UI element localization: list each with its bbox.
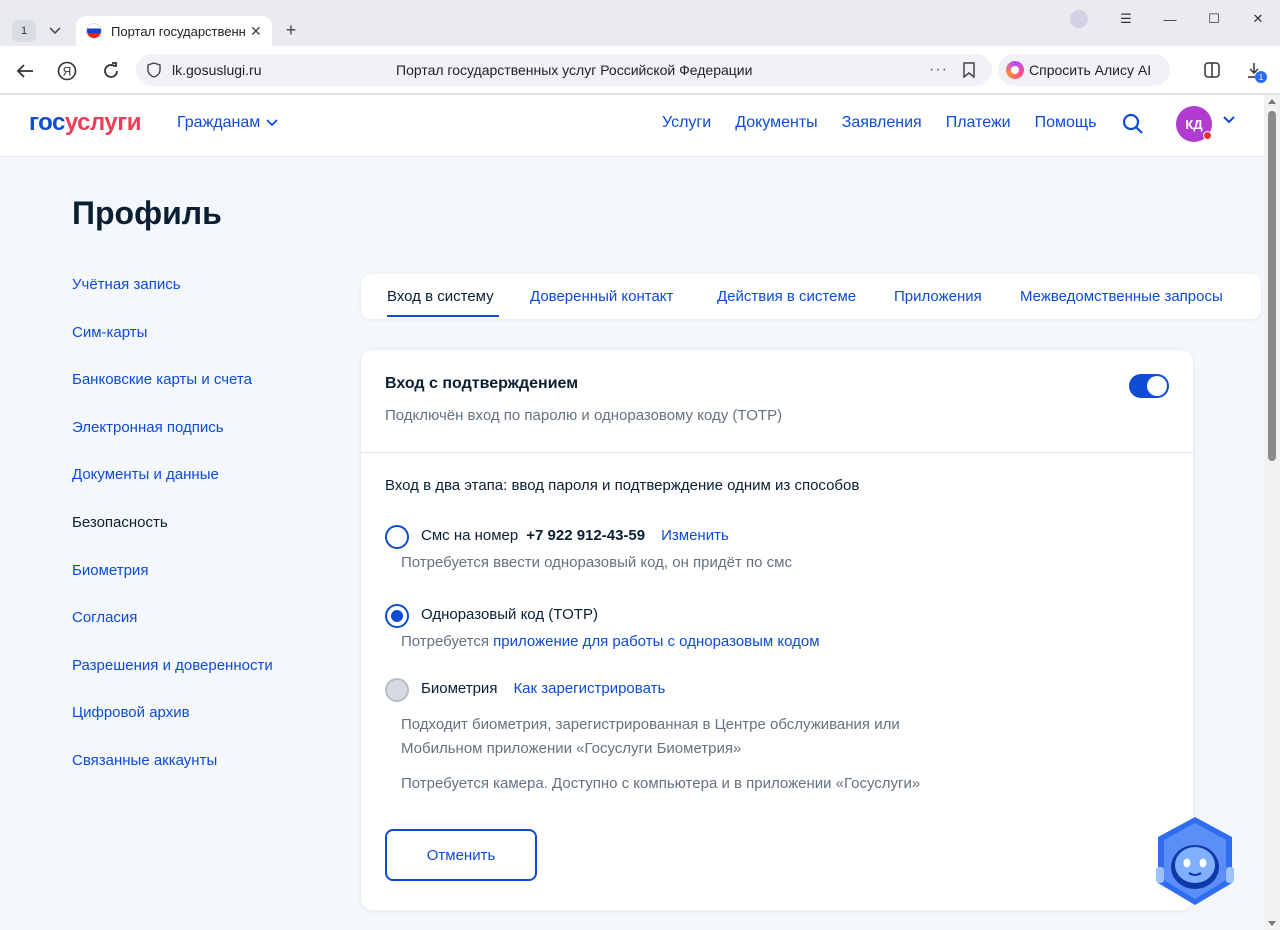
sidebar-item-bank-cards[interactable]: Банковские карты и счета bbox=[72, 370, 273, 418]
biometry-camera-hint: Потребуется камера. Доступно с компьютер… bbox=[401, 775, 921, 792]
tab-login[interactable]: Вход в систему bbox=[387, 288, 494, 305]
biometry-label: Биометрия Как зарегистрировать bbox=[421, 680, 665, 697]
site-header: госуслуги Гражданам Услуги Документы Зая… bbox=[0, 95, 1264, 157]
downloads-icon[interactable]: 1 bbox=[1243, 59, 1267, 83]
scroll-down-arrow-icon[interactable] bbox=[1268, 921, 1276, 926]
sidebar-item-consents[interactable]: Согласия bbox=[72, 608, 273, 656]
avatar-initials: КД bbox=[1185, 116, 1203, 132]
close-tab-icon[interactable]: ✕ bbox=[250, 23, 264, 40]
page-title: Профиль bbox=[72, 195, 222, 231]
assistant-robot-icon[interactable] bbox=[1152, 815, 1238, 907]
more-dots-icon[interactable]: ··· bbox=[929, 61, 948, 79]
url-page-title: Портал государственных услуг Российской … bbox=[396, 62, 753, 78]
biometry-label-text: Биометрия bbox=[421, 680, 498, 697]
bookmark-icon[interactable] bbox=[962, 62, 976, 78]
page-scrollbar[interactable] bbox=[1264, 95, 1280, 930]
address-bar[interactable]: lk.gosuslugi.ru Портал государственных у… bbox=[136, 54, 992, 86]
biometry-radio[interactable] bbox=[385, 678, 409, 702]
downloads-badge: 1 bbox=[1255, 71, 1267, 83]
scroll-up-arrow-icon[interactable] bbox=[1268, 99, 1276, 104]
chevron-down-icon bbox=[266, 119, 278, 127]
tab-counter[interactable]: 1 bbox=[12, 20, 36, 42]
cancel-button[interactable]: Отменить bbox=[385, 829, 537, 881]
totp-hint: Потребуется приложение для работы с одно… bbox=[401, 630, 820, 654]
sidebar-item-documents[interactable]: Документы и данные bbox=[72, 465, 273, 513]
sms-radio[interactable] bbox=[385, 525, 409, 549]
page: госуслуги Гражданам Услуги Документы Зая… bbox=[0, 95, 1264, 930]
tab-applications[interactable]: Приложения bbox=[894, 288, 982, 305]
new-tab-plus-icon[interactable]: + bbox=[280, 19, 302, 41]
sms-hint: Потребуется ввести одноразовый код, он п… bbox=[401, 554, 792, 571]
sidebar-item-security[interactable]: Безопасность bbox=[72, 513, 273, 561]
nav-services[interactable]: Услуги bbox=[662, 114, 711, 132]
biometry-hint-line1: Подходит биометрия, зарегистрированная в… bbox=[401, 716, 900, 733]
notification-dot bbox=[1203, 131, 1212, 140]
search-icon[interactable] bbox=[1121, 112, 1145, 136]
nav-applications[interactable]: Заявления bbox=[842, 114, 922, 132]
svg-text:Я: Я bbox=[63, 65, 72, 79]
two-factor-title: Вход с подтверждением bbox=[385, 375, 579, 392]
url-host: lk.gosuslugi.ru bbox=[172, 62, 262, 78]
tab-list-chevron-icon[interactable] bbox=[44, 20, 66, 42]
reload-icon[interactable] bbox=[100, 60, 122, 82]
tab-interagency-requests[interactable]: Межведомственные запросы bbox=[1020, 288, 1223, 305]
sidebar-item-digital-archive[interactable]: Цифровой архив bbox=[72, 703, 273, 751]
ask-alice-label: Спросить Алису AI bbox=[1029, 62, 1152, 78]
gosuslugi-logo[interactable]: госуслуги bbox=[29, 109, 142, 137]
change-phone-link[interactable]: Изменить bbox=[661, 527, 729, 544]
close-window-icon[interactable]: ✕ bbox=[1236, 11, 1280, 27]
scrollbar-thumb[interactable] bbox=[1268, 111, 1276, 461]
sms-label-text: Смс на номер bbox=[421, 527, 519, 544]
biometry-hint-line2: Мобильном приложении «Госуслуги Биометри… bbox=[401, 740, 742, 757]
browser-profile-icon[interactable] bbox=[1070, 10, 1088, 28]
minimize-icon[interactable]: — bbox=[1148, 12, 1192, 27]
nav-help[interactable]: Помощь bbox=[1035, 114, 1097, 132]
yandex-icon[interactable]: Я bbox=[56, 60, 78, 82]
two-factor-card: Вход с подтверждением Подключён вход по … bbox=[361, 350, 1193, 910]
browser-toolbar: Я lk.gosuslugi.ru Портал государственных… bbox=[0, 46, 1280, 94]
window-controls: ☰ — ☐ ✕ bbox=[1070, 4, 1280, 34]
nav-documents[interactable]: Документы bbox=[735, 114, 817, 132]
tab-trusted-contact[interactable]: Доверенный контакт bbox=[530, 288, 673, 305]
russia-flag-icon bbox=[86, 23, 102, 39]
tab-system-actions[interactable]: Действия в системе bbox=[717, 288, 856, 305]
avatar[interactable]: КД bbox=[1176, 106, 1212, 142]
ask-alice-button[interactable]: Спросить Алису AI bbox=[998, 54, 1170, 86]
menu-icon[interactable]: ☰ bbox=[1104, 11, 1148, 27]
profile-chevron-down-icon[interactable] bbox=[1222, 115, 1236, 125]
back-arrow-icon[interactable] bbox=[14, 60, 36, 82]
extensions-icon[interactable] bbox=[1201, 59, 1223, 81]
maximize-icon[interactable]: ☐ bbox=[1192, 11, 1236, 27]
divider bbox=[361, 452, 1193, 453]
two-factor-toggle[interactable] bbox=[1129, 374, 1169, 398]
audience-label: Гражданам bbox=[177, 114, 261, 131]
how-to-register-link[interactable]: Как зарегистрировать bbox=[513, 680, 665, 697]
audience-dropdown[interactable]: Гражданам bbox=[177, 114, 278, 132]
two-step-intro: Вход в два этапа: ввод пароля и подтверж… bbox=[385, 477, 860, 494]
security-tabs: Вход в систему Доверенный контакт Действ… bbox=[361, 274, 1261, 319]
alice-icon bbox=[1006, 61, 1024, 79]
totp-radio[interactable] bbox=[385, 604, 409, 628]
tab-title: Портал государственных bbox=[111, 23, 246, 39]
sidebar-item-biometry[interactable]: Биометрия bbox=[72, 561, 273, 609]
active-tab-indicator bbox=[387, 315, 499, 317]
nav-payments[interactable]: Платежи bbox=[946, 114, 1011, 132]
shield-icon[interactable] bbox=[146, 62, 162, 78]
sms-phone: +7 922 912-43-59 bbox=[526, 527, 646, 544]
profile-sidebar: Учётная запись Сим-карты Банковские карт… bbox=[72, 275, 273, 799]
sidebar-item-e-signature[interactable]: Электронная подпись bbox=[72, 418, 273, 466]
totp-app-link[interactable]: приложение для работы с одноразовым кодо… bbox=[493, 633, 819, 650]
top-nav: Услуги Документы Заявления Платежи Помощ… bbox=[662, 114, 1120, 132]
totp-label: Одноразовый код (TOTP) bbox=[421, 606, 598, 623]
totp-hint-text: Потребуется bbox=[401, 633, 489, 650]
sidebar-item-permissions[interactable]: Разрешения и доверенности bbox=[72, 656, 273, 704]
sidebar-item-sim-cards[interactable]: Сим-карты bbox=[72, 323, 273, 371]
sms-label: Смс на номер +7 922 912-43-59 Изменить bbox=[421, 527, 729, 544]
sidebar-item-account[interactable]: Учётная запись bbox=[72, 275, 273, 323]
two-factor-status: Подключён вход по паролю и одноразовому … bbox=[385, 407, 783, 424]
toggle-knob bbox=[1147, 376, 1167, 396]
sidebar-item-linked-accounts[interactable]: Связанные аккаунты bbox=[72, 751, 273, 799]
browser-tab[interactable]: Портал государственных ✕ bbox=[76, 16, 272, 46]
browser-titlebar: 1 Портал государственных ✕ + ☰ — ☐ ✕ bbox=[0, 0, 1280, 46]
